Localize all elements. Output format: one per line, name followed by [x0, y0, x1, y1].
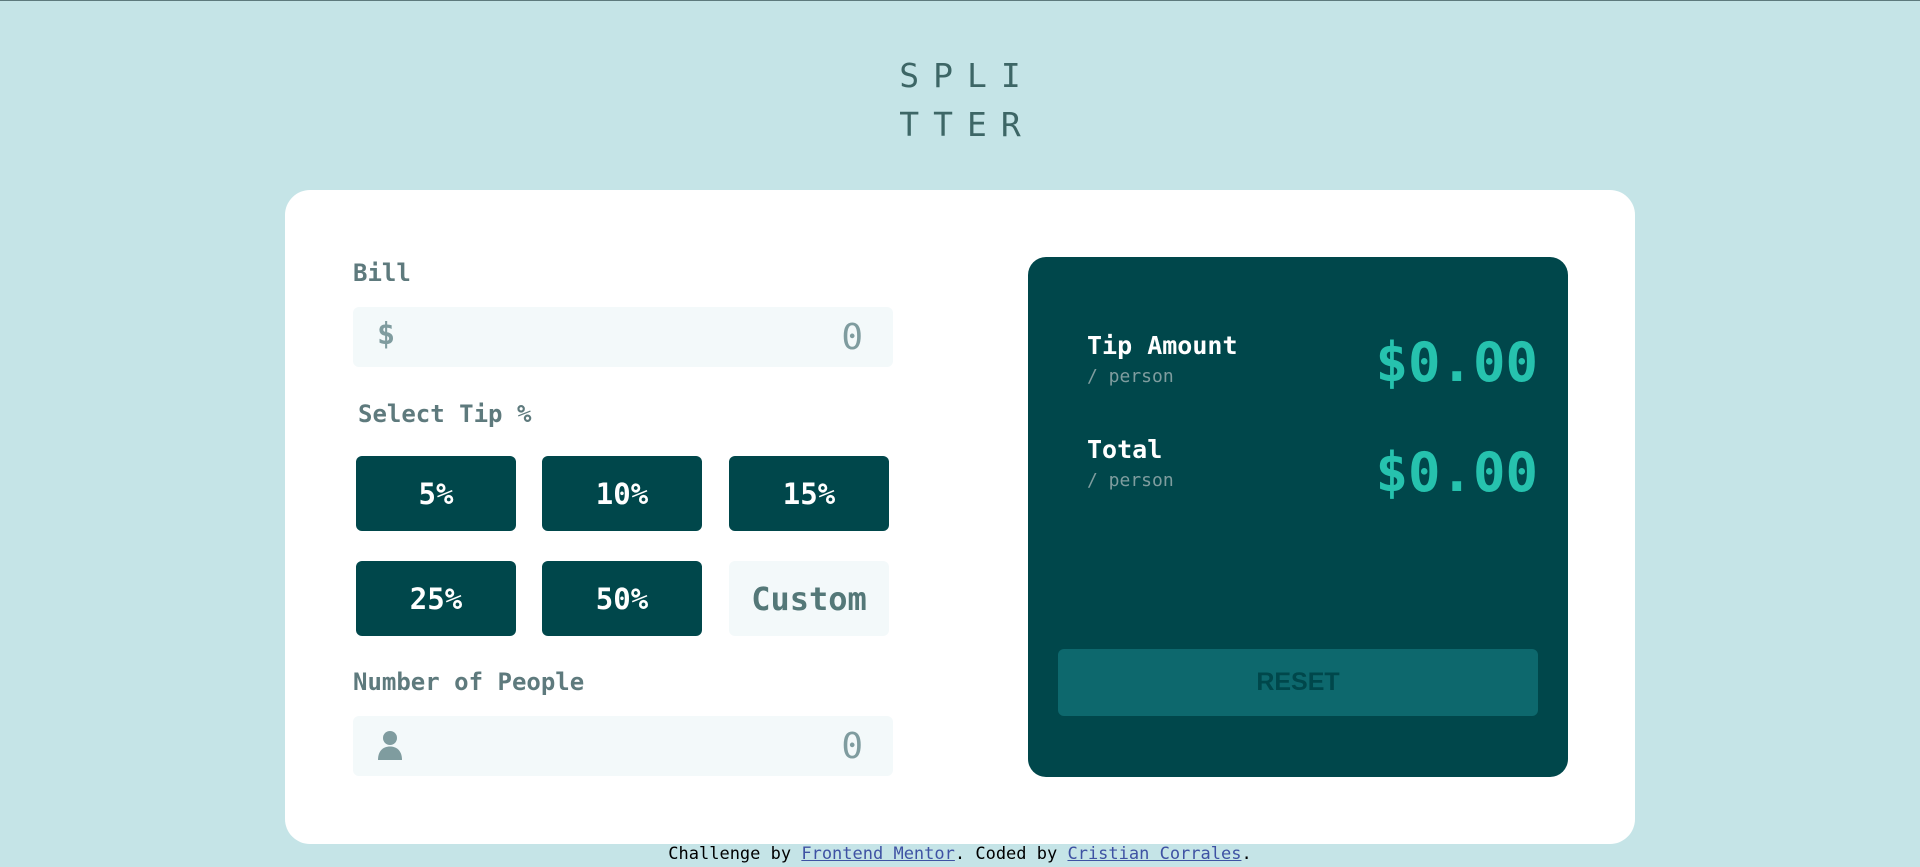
total-sub: / person: [1087, 470, 1174, 491]
bill-field[interactable]: $ 0: [353, 307, 893, 367]
reset-button[interactable]: RESET: [1058, 649, 1538, 716]
people-label: Number of People: [353, 668, 585, 696]
tip-button-25[interactable]: 25%: [356, 561, 516, 636]
person-icon: [378, 731, 402, 760]
people-input[interactable]: 0: [841, 726, 863, 767]
tip-amount-value: $0.00: [1375, 331, 1538, 394]
tip-amount-sub: / person: [1087, 366, 1174, 387]
tip-button-5[interactable]: 5%: [356, 456, 516, 531]
logo-line-2: TTER: [899, 105, 1035, 144]
logo-line-1: SPLI: [899, 56, 1035, 95]
select-tip-label: Select Tip %: [358, 400, 532, 428]
bill-label: Bill: [353, 259, 411, 287]
people-field[interactable]: 0: [353, 716, 893, 776]
frontend-mentor-link[interactable]: Frontend Mentor: [801, 844, 955, 864]
app-logo: SPLI TTER: [0, 51, 1920, 149]
author-link[interactable]: Cristian Corrales: [1067, 844, 1241, 864]
footer-middle: . Coded by: [954, 844, 1068, 864]
total-value: $0.00: [1375, 441, 1538, 504]
tip-amount-title: Tip Amount: [1087, 331, 1238, 360]
custom-tip-input[interactable]: Custom: [729, 561, 889, 636]
tip-button-15[interactable]: 15%: [729, 456, 889, 531]
footer-prefix: Challenge by: [668, 844, 802, 864]
results-panel: Tip Amount / person $0.00 Total / person…: [1028, 257, 1568, 777]
tip-button-10[interactable]: 10%: [542, 456, 702, 531]
dollar-icon: $: [377, 317, 396, 352]
calculator-card: Bill $ 0 Select Tip % 5% 10% 15% 25% 50%…: [285, 190, 1635, 844]
tip-button-50[interactable]: 50%: [542, 561, 702, 636]
bill-input[interactable]: 0: [841, 317, 863, 358]
footer-suffix: .: [1241, 844, 1252, 864]
attribution-footer: Challenge by Frontend Mentor. Coded by C…: [0, 844, 1920, 864]
total-title: Total: [1087, 435, 1163, 464]
